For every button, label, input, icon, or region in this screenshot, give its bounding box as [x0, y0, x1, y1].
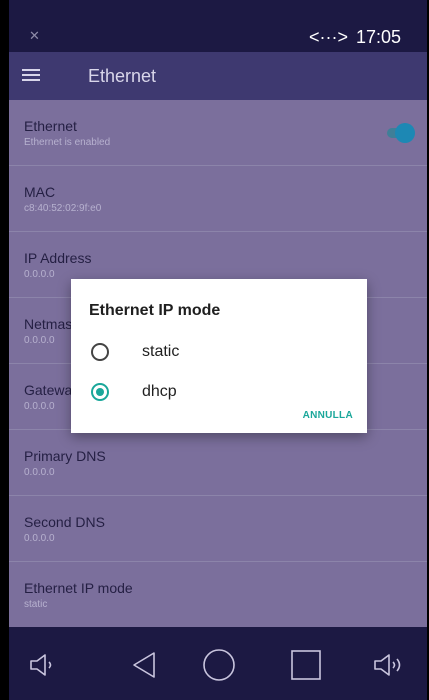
setting-subtitle: 0.0.0.0: [24, 533, 55, 544]
back-icon[interactable]: [126, 647, 162, 683]
app-bar: Ethernet: [9, 52, 427, 100]
cancel-button[interactable]: ANNULLA: [303, 410, 353, 421]
ethernet-toggle[interactable]: [385, 123, 415, 143]
toggle-thumb: [395, 123, 415, 143]
setting-second-dns[interactable]: Second DNS 0.0.0.0: [9, 496, 427, 562]
option-label: dhcp: [142, 383, 177, 400]
radio-option-dhcp[interactable]: dhcp: [91, 382, 351, 406]
dialog-title: Ethernet IP mode: [89, 302, 221, 319]
radio-button[interactable]: [91, 383, 109, 401]
setting-subtitle: static: [24, 599, 48, 610]
ethernet-icon: <···>: [309, 27, 349, 47]
device-screen: ✕ <···> 17:05 Ethernet Ethernet Ethernet…: [9, 0, 427, 700]
navigation-bar: [9, 627, 427, 700]
volume-down-icon[interactable]: [25, 647, 61, 683]
no-signal-icon: ✕: [29, 28, 40, 43]
setting-title: Second DNS: [24, 514, 105, 530]
radio-button[interactable]: [91, 343, 109, 361]
setting-title: MAC: [24, 184, 56, 200]
menu-icon[interactable]: [22, 69, 40, 81]
radio-option-static[interactable]: static: [91, 342, 351, 366]
setting-ip-mode[interactable]: Ethernet IP mode static: [9, 562, 427, 628]
app-title: Ethernet: [88, 66, 157, 86]
setting-subtitle: 0.0.0.0: [24, 467, 55, 478]
home-icon[interactable]: [201, 647, 237, 683]
ip-mode-dialog: Ethernet IP mode static dhcp ANNULLA: [71, 279, 367, 433]
setting-title: IP Address: [24, 250, 92, 266]
setting-subtitle: c8:40:52:02:9f:e0: [24, 203, 102, 214]
volume-up-icon[interactable]: [372, 647, 408, 683]
setting-ethernet[interactable]: Ethernet Ethernet is enabled: [9, 100, 427, 166]
setting-title: Primary DNS: [24, 448, 106, 464]
setting-mac[interactable]: MAC c8:40:52:02:9f:e0: [9, 166, 427, 232]
option-label: static: [142, 343, 180, 360]
setting-subtitle: Ethernet is enabled: [24, 137, 111, 148]
recents-icon[interactable]: [288, 647, 324, 683]
status-bar: ✕ <···> 17:05: [9, 0, 427, 52]
status-clock: 17:05: [356, 27, 402, 47]
setting-title: Ethernet IP mode: [24, 580, 133, 596]
setting-primary-dns[interactable]: Primary DNS 0.0.0.0: [9, 430, 427, 496]
setting-title: Ethernet: [24, 118, 77, 134]
